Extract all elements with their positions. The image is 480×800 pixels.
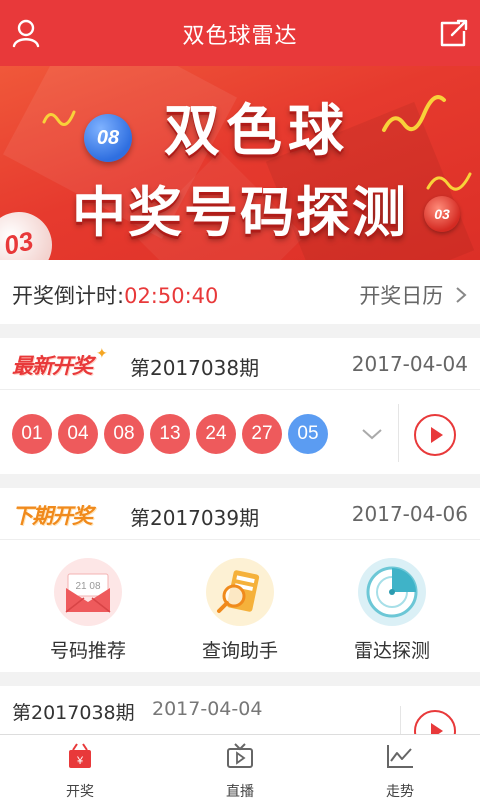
tool-query-assistant[interactable]: 查询助手 <box>180 558 300 663</box>
countdown-time: 02:50:40 <box>124 284 219 308</box>
tool-label: 号码推荐 <box>49 640 126 662</box>
bottom-tab-bar: ¥ 开奖 直播 走势 <box>0 734 480 800</box>
latest-draw-card: 最新开奖 ✦ 第2017038期 2017-04-04 01 04 08 13 … <box>0 338 480 474</box>
tab-lottery[interactable]: ¥ 开奖 <box>0 735 160 800</box>
radar-icon <box>358 558 426 626</box>
page-title: 双色球雷达 <box>182 24 298 49</box>
next-draw-header: 下期开奖 第2017039期 2017-04-06 <box>0 488 480 540</box>
tv-play-icon <box>227 743 253 768</box>
history-draw-row[interactable]: 第2017038期 2017-04-04 <box>0 686 480 734</box>
red-ball: 08 <box>104 414 144 454</box>
blue-ball: 05 <box>288 414 328 454</box>
next-draw-period: 第2017039期 <box>130 506 260 530</box>
lottery-box-icon: ¥ <box>69 743 91 768</box>
divider <box>400 706 401 734</box>
sparkle-icon: ✦ <box>96 346 108 362</box>
tool-number-recommend[interactable]: 21 08 号码推荐 <box>28 558 148 663</box>
envelope-icon-text: 21 08 <box>75 581 100 592</box>
tab-trend[interactable]: 走势 <box>320 735 480 800</box>
promo-banner[interactable]: 08 03 03 双色球 中奖号码探测 <box>0 66 480 260</box>
countdown-label: 开奖倒计时:02:50:40 <box>12 280 218 310</box>
play-icon <box>431 723 443 734</box>
share-icon <box>440 19 468 47</box>
banner-subheadline: 中奖号码探测 <box>72 181 408 244</box>
red-ball: 24 <box>196 414 236 454</box>
tool-label: 雷达探测 <box>353 640 430 662</box>
draw-calendar-link[interactable]: 开奖日历 <box>359 280 468 310</box>
latest-draw-date: 2017-04-04 <box>351 352 468 376</box>
history-draw-period: 第2017038期 <box>12 702 135 724</box>
tool-radar-detect[interactable]: 雷达探测 <box>332 558 452 663</box>
red-ball: 04 <box>58 414 98 454</box>
app-header: 双色球雷达 <box>0 0 480 66</box>
draw-calendar-label: 开奖日历 <box>359 284 444 308</box>
red-ball: 27 <box>242 414 282 454</box>
chevron-down-icon[interactable] <box>360 422 384 446</box>
history-draw-date: 2017-04-04 <box>152 698 263 720</box>
tab-label: 走势 <box>386 784 414 800</box>
chevron-right-icon <box>456 287 467 303</box>
envelope-icon: 21 08 <box>54 558 122 626</box>
tab-label: 开奖 <box>66 784 94 800</box>
latest-draw-header: 最新开奖 ✦ 第2017038期 2017-04-04 <box>0 338 480 390</box>
play-icon <box>431 427 443 443</box>
tool-label: 查询助手 <box>201 640 278 662</box>
trend-chart-icon <box>387 745 413 768</box>
divider <box>398 404 399 462</box>
play-draw-video-button[interactable] <box>414 414 456 456</box>
countdown-bar: 开奖倒计时:02:50:40 开奖日历 <box>0 260 480 324</box>
share-button[interactable] <box>438 17 470 49</box>
svg-text:¥: ¥ <box>76 755 84 767</box>
next-draw-card: 下期开奖 第2017039期 2017-04-06 21 08 号码推荐 查询助… <box>0 488 480 672</box>
red-ball: 13 <box>150 414 190 454</box>
countdown-text: 开奖倒计时: <box>12 284 125 308</box>
winning-numbers: 01 04 08 13 24 27 05 <box>12 414 334 454</box>
latest-draw-period: 第2017038期 <box>130 356 260 380</box>
play-draw-video-button[interactable] <box>414 710 456 734</box>
latest-draw-badge: 最新开奖 <box>12 354 93 378</box>
banner-headline: 双色球 <box>164 99 350 164</box>
red-ball: 01 <box>12 414 52 454</box>
magnifier-document-icon <box>206 558 274 626</box>
tab-live[interactable]: 直播 <box>160 735 320 800</box>
next-draw-badge: 下期开奖 <box>12 504 93 528</box>
tab-label: 直播 <box>226 784 254 800</box>
next-draw-date: 2017-04-06 <box>351 502 468 526</box>
